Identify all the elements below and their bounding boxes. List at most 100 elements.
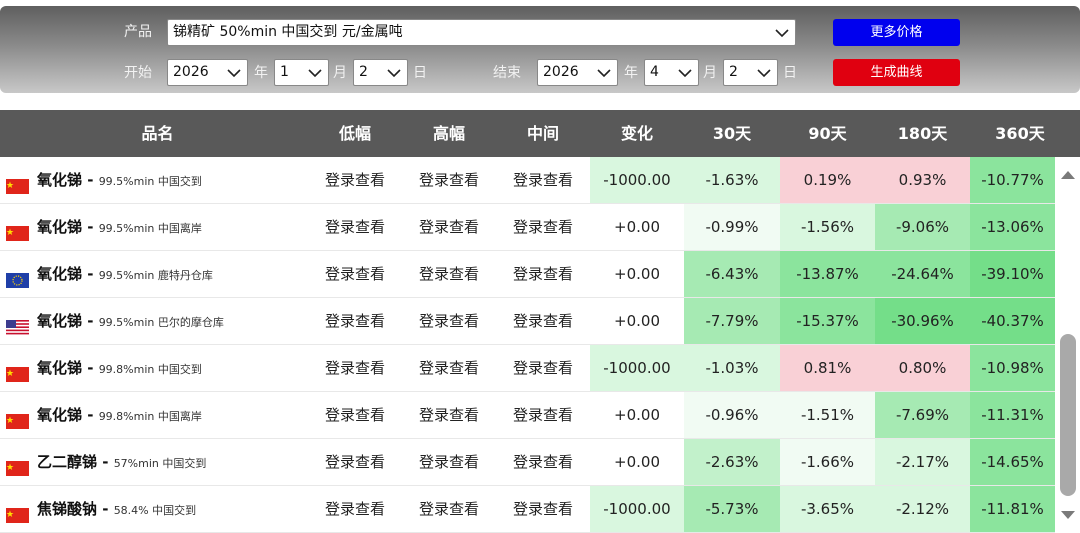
table-row[interactable]: 氧化锑 - 99.5%min 中国离岸 登录查看 登录查看 登录查看 +0.00… bbox=[0, 204, 1055, 251]
chevron-down-icon bbox=[227, 67, 241, 79]
end-month-value: 4 bbox=[650, 64, 659, 80]
col-header-high[interactable]: 高幅 bbox=[402, 110, 496, 157]
change-360d-cell: -40.37% bbox=[970, 298, 1055, 344]
high-price-cell[interactable]: 登录查看 bbox=[402, 204, 496, 250]
product-name: 氧化锑 bbox=[37, 312, 83, 330]
china-flag-icon bbox=[6, 213, 29, 241]
end-year-select[interactable]: 2026 bbox=[537, 59, 618, 86]
high-price-cell[interactable]: 登录查看 bbox=[402, 486, 496, 532]
chevron-down-icon bbox=[308, 67, 322, 79]
end-label: 结束 bbox=[493, 65, 521, 81]
product-name-cell: 氧化锑 - 99.8%min 中国交到 bbox=[0, 345, 310, 391]
change-90d-cell: -1.51% bbox=[780, 392, 875, 438]
product-name-cell: 氧化锑 - 99.5%min 鹿特丹仓库 bbox=[0, 251, 310, 297]
table-header: 品名 低幅 高幅 中间 变化 30天 90天 180天 360天 bbox=[0, 110, 1080, 157]
change-360d-cell: -11.31% bbox=[970, 392, 1055, 438]
change-cell: -1000.00 bbox=[590, 157, 684, 203]
change-90d-cell: -1.56% bbox=[780, 204, 875, 250]
generate-curve-button[interactable]: 生成曲线 bbox=[833, 59, 960, 86]
start-month-unit: 月 bbox=[333, 65, 347, 81]
chevron-down-icon bbox=[597, 67, 611, 79]
high-price-cell[interactable]: 登录查看 bbox=[402, 439, 496, 485]
start-label: 开始 bbox=[124, 65, 152, 81]
start-day-value: 2 bbox=[359, 64, 368, 80]
col-header-change[interactable]: 变化 bbox=[590, 110, 684, 157]
table-row[interactable]: 氧化锑 - 99.5%min 中国交到 登录查看 登录查看 登录查看 -1000… bbox=[0, 157, 1055, 204]
table-row[interactable]: 氧化锑 - 99.5%min 鹿特丹仓库 登录查看 登录查看 登录查看 +0.0… bbox=[0, 251, 1055, 298]
mid-price-cell[interactable]: 登录查看 bbox=[496, 157, 590, 203]
product-name: 焦锑酸钠 bbox=[37, 500, 98, 518]
change-360d-cell: -10.98% bbox=[970, 345, 1055, 391]
col-header-mid[interactable]: 中间 bbox=[496, 110, 590, 157]
change-360d-cell: -11.81% bbox=[970, 486, 1055, 532]
product-name-cell: 焦锑酸钠 - 58.4% 中国交到 bbox=[0, 486, 310, 532]
change-cell: +0.00 bbox=[614, 218, 660, 236]
china-flag-icon bbox=[6, 401, 29, 429]
low-price-cell[interactable]: 登录查看 bbox=[308, 157, 402, 203]
col-header-name[interactable]: 品名 bbox=[0, 110, 315, 157]
chevron-down-icon bbox=[387, 67, 401, 79]
table-row[interactable]: 氧化锑 - 99.8%min 中国交到 登录查看 登录查看 登录查看 -1000… bbox=[0, 345, 1055, 392]
end-day-select[interactable]: 2 bbox=[723, 59, 778, 86]
low-price-cell[interactable]: 登录查看 bbox=[308, 392, 402, 438]
high-price-cell[interactable]: 登录查看 bbox=[402, 251, 496, 297]
product-select[interactable]: 锑精矿 50%min 中国交到 元/金属吨 bbox=[167, 19, 796, 46]
change-30d-cell: -1.03% bbox=[684, 345, 780, 391]
mid-price-cell[interactable]: 登录查看 bbox=[496, 251, 590, 297]
change-360d-cell: -10.77% bbox=[970, 157, 1055, 203]
change-30d-cell: -1.63% bbox=[684, 157, 780, 203]
start-day-unit: 日 bbox=[413, 65, 427, 81]
high-price-cell[interactable]: 登录查看 bbox=[402, 298, 496, 344]
low-price-cell[interactable]: 登录查看 bbox=[308, 439, 402, 485]
change-cell: +0.00 bbox=[614, 453, 660, 471]
mid-price-cell[interactable]: 登录查看 bbox=[496, 204, 590, 250]
eu-flag-icon bbox=[6, 260, 29, 288]
scroll-up-arrow-icon[interactable] bbox=[1060, 165, 1076, 179]
high-price-cell[interactable]: 登录查看 bbox=[402, 345, 496, 391]
change-90d-cell: 0.19% bbox=[780, 157, 875, 203]
col-header-90d[interactable]: 90天 bbox=[780, 110, 875, 157]
low-price-cell[interactable]: 登录查看 bbox=[308, 345, 402, 391]
product-spec: 58.4% 中国交到 bbox=[113, 504, 197, 517]
mid-price-cell[interactable]: 登录查看 bbox=[496, 392, 590, 438]
low-price-cell[interactable]: 登录查看 bbox=[308, 251, 402, 297]
change-90d-cell: -3.65% bbox=[780, 486, 875, 532]
low-price-cell[interactable]: 登录查看 bbox=[308, 298, 402, 344]
col-header-360d[interactable]: 360天 bbox=[970, 110, 1070, 157]
more-prices-button[interactable]: 更多价格 bbox=[833, 19, 960, 46]
high-price-cell[interactable]: 登录查看 bbox=[402, 392, 496, 438]
table-row[interactable]: 焦锑酸钠 - 58.4% 中国交到 登录查看 登录查看 登录查看 -1000.0… bbox=[0, 486, 1055, 533]
change-180d-cell: -9.06% bbox=[875, 204, 970, 250]
chevron-down-icon bbox=[775, 27, 789, 39]
table-row[interactable]: 氧化锑 - 99.8%min 中国离岸 登录查看 登录查看 登录查看 +0.00… bbox=[0, 392, 1055, 439]
end-month-unit: 月 bbox=[703, 65, 717, 81]
start-year-select[interactable]: 2026 bbox=[167, 59, 248, 86]
china-flag-icon bbox=[6, 354, 29, 382]
scrollbar-thumb[interactable] bbox=[1060, 334, 1076, 496]
change-30d-cell: -2.63% bbox=[684, 439, 780, 485]
mid-price-cell[interactable]: 登录查看 bbox=[496, 486, 590, 532]
table-row[interactable]: 乙二醇锑 - 57%min 中国交到 登录查看 登录查看 登录查看 +0.00 … bbox=[0, 439, 1055, 486]
low-price-cell[interactable]: 登录查看 bbox=[308, 486, 402, 532]
table-row[interactable]: 氧化锑 - 99.5%min 巴尔的摩仓库 登录查看 登录查看 登录查看 +0.… bbox=[0, 298, 1055, 345]
start-day-select[interactable]: 2 bbox=[353, 59, 408, 86]
col-header-180d[interactable]: 180天 bbox=[875, 110, 970, 157]
low-price-cell[interactable]: 登录查看 bbox=[308, 204, 402, 250]
scroll-down-arrow-icon[interactable] bbox=[1060, 507, 1076, 519]
product-select-value: 锑精矿 50%min 中国交到 元/金属吨 bbox=[173, 24, 403, 40]
product-name: 氧化锑 bbox=[37, 406, 83, 424]
product-name-cell: 氧化锑 - 99.8%min 中国离岸 bbox=[0, 392, 310, 438]
change-360d-cell: -13.06% bbox=[970, 204, 1055, 250]
end-month-select[interactable]: 4 bbox=[644, 59, 699, 86]
change-360d-cell: -39.10% bbox=[970, 251, 1055, 297]
table-scrollbar[interactable] bbox=[1056, 157, 1080, 533]
start-month-select[interactable]: 1 bbox=[274, 59, 329, 86]
mid-price-cell[interactable]: 登录查看 bbox=[496, 298, 590, 344]
mid-price-cell[interactable]: 登录查看 bbox=[496, 439, 590, 485]
high-price-cell[interactable]: 登录查看 bbox=[402, 157, 496, 203]
mid-price-cell[interactable]: 登录查看 bbox=[496, 345, 590, 391]
col-header-low[interactable]: 低幅 bbox=[308, 110, 402, 157]
product-spec: 99.5%min 中国离岸 bbox=[98, 222, 202, 235]
product-name-cell: 乙二醇锑 - 57%min 中国交到 bbox=[0, 439, 310, 485]
col-header-30d[interactable]: 30天 bbox=[684, 110, 780, 157]
